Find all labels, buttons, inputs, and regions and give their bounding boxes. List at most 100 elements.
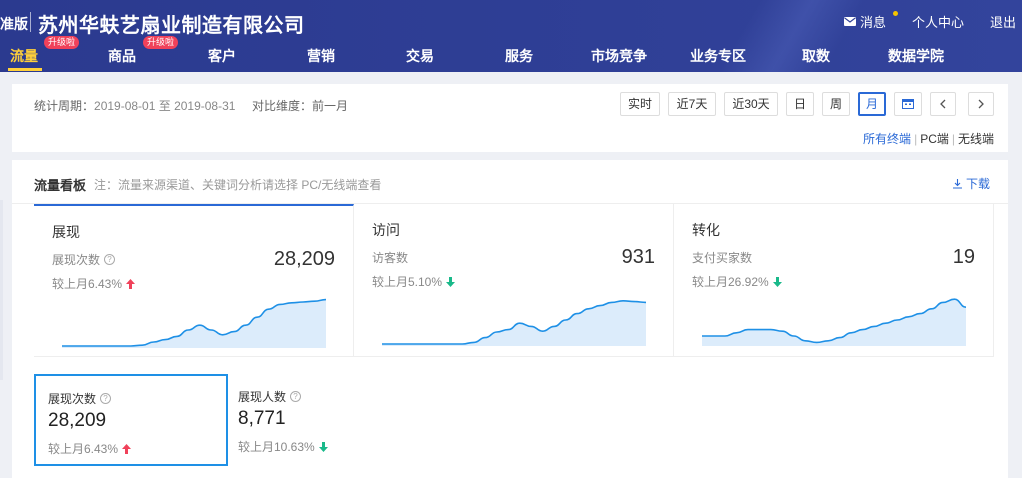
header-divider [30, 12, 31, 32]
download-label: 下载 [965, 177, 990, 191]
mail-icon [843, 17, 856, 26]
messages-label: 消息 [859, 15, 886, 30]
page-left-edge [0, 200, 3, 380]
stat-change-label: 较上月6.43% [48, 442, 119, 456]
range-day-button[interactable]: 日 [786, 92, 814, 116]
compare-value: 前一月 [312, 99, 349, 113]
card-change-label: 较上月5.10% [372, 275, 443, 289]
download-button[interactable]: 下载 [952, 175, 990, 192]
card-exposure[interactable]: 展现 展现次数? 28,209 较上月6.43% [34, 204, 354, 357]
trend-sparkline [382, 299, 646, 346]
card-metric: 展现次数? [52, 251, 116, 268]
card-metric: 访客数 [372, 249, 408, 266]
board-header: 流量看板 注：流量来源渠道、关键词分析请选择 PC/无线端查看 下载 [12, 160, 1008, 204]
card-title: 转化 [692, 222, 720, 238]
nav-business-zone[interactable]: 业务专区 [690, 46, 746, 66]
terminal-selector: 所有终端 | PC端 | 无线端 [863, 130, 994, 147]
next-period-button[interactable] [968, 92, 994, 116]
card-change-label: 较上月26.92% [692, 275, 769, 289]
terminal-all[interactable]: 所有终端 [863, 132, 911, 146]
range-realtime-button[interactable]: 实时 [620, 92, 660, 116]
terminal-mobile[interactable]: 无线端 [958, 132, 994, 146]
nav-customers[interactable]: 客户 [208, 46, 236, 66]
card-metric-label: 访客数 [372, 251, 409, 265]
range-30days-button[interactable]: 近30天 [724, 92, 778, 116]
stat-value: 28,209 [48, 410, 107, 431]
prev-period-button[interactable] [930, 92, 956, 116]
period-info: 统计周期：2019-08-01 至 2019-08-31 [34, 97, 235, 114]
card-value: 19 [952, 246, 975, 268]
stat-change: 较上月10.63% [238, 438, 328, 455]
card-visits[interactable]: 访问 访客数 931 较上月5.10% [354, 204, 674, 357]
card-title: 展现 [52, 224, 80, 240]
calendar-icon [902, 99, 914, 109]
terminal-sep: | [914, 132, 918, 146]
calendar-button[interactable] [894, 92, 922, 116]
help-icon[interactable]: ? [290, 391, 302, 402]
nav-transactions[interactable]: 交易 [406, 46, 434, 66]
traffic-board: 流量看板 注：流量来源渠道、关键词分析请选择 PC/无线端查看 下载 展现 展现… [12, 160, 1008, 478]
nav-service[interactable]: 服务 [505, 46, 533, 66]
upgrade-badge-traffic: 升级啦 [44, 36, 80, 49]
card-change: 较上月5.10% [372, 273, 456, 290]
arrow-up-icon [126, 278, 136, 289]
stat-exposure-users[interactable]: 展现人数? 8,771 较上月10.63% [226, 374, 420, 466]
header-links: 消息 个人中心 退出 [843, 11, 1022, 31]
arrow-down-icon [772, 276, 782, 287]
user-center-link[interactable]: 个人中心 [912, 12, 964, 31]
active-nav-indicator [8, 68, 42, 71]
messages-link[interactable]: 消息 [843, 11, 898, 31]
stat-label: 展现人数? [238, 388, 302, 405]
upgrade-badge-products: 升级啦 [143, 36, 179, 49]
card-value: 931 [621, 246, 655, 268]
stat-change: 较上月6.43% [48, 440, 132, 457]
stat-change-label: 较上月10.63% [238, 440, 315, 454]
help-icon[interactable]: ? [100, 393, 112, 404]
period-value: 2019-08-01 至 2019-08-31 [94, 99, 236, 113]
nav-traffic[interactable]: 流量 [10, 46, 38, 66]
stat-exposure-count[interactable]: 展现次数? 28,209 较上月6.43% [34, 374, 228, 466]
period-label: 统计周期： [34, 99, 95, 113]
trend-sparkline [702, 298, 966, 346]
card-change-label: 较上月6.43% [52, 277, 123, 291]
nav-marketing[interactable]: 营销 [307, 46, 335, 66]
sparkline-area [62, 299, 326, 348]
range-week-button[interactable]: 周 [822, 92, 850, 116]
chevron-left-icon [940, 99, 946, 109]
stat-label-text: 展现人数 [238, 390, 287, 404]
card-metric-label: 支付买家数 [692, 251, 753, 265]
nav-products[interactable]: 商品 [108, 46, 136, 66]
top-header: 准版 苏州华蚨艺扇业制造有限公司 消息 个人中心 退出 流量 商品 客户 营销 … [0, 0, 1022, 72]
stat-value: 8,771 [238, 408, 286, 429]
range-month-button[interactable]: 月 [858, 92, 886, 116]
range-7days-button[interactable]: 近7天 [668, 92, 716, 116]
trend-sparkline [62, 298, 326, 348]
stat-label: 展现次数? [48, 390, 112, 407]
edition-label: 准版 [0, 16, 28, 32]
nav-data-fetch[interactable]: 取数 [802, 46, 830, 66]
card-conversion[interactable]: 转化 支付买家数 19 较上月26.92% [674, 204, 994, 357]
terminal-pc[interactable]: PC端 [920, 132, 949, 146]
chevron-right-icon [978, 99, 984, 109]
card-metric-label: 展现次数 [52, 253, 101, 267]
notification-dot [892, 11, 898, 16]
board-note: 注：流量来源渠道、关键词分析请选择 PC/无线端查看 [94, 178, 382, 192]
card-title: 访问 [372, 222, 400, 238]
logout-link[interactable]: 退出 [990, 12, 1016, 31]
compare-info: 对比维度：前一月 [252, 97, 348, 114]
nav-data-academy[interactable]: 数据学院 [888, 46, 944, 66]
arrow-down-icon [318, 441, 328, 452]
card-change: 较上月6.43% [52, 275, 136, 292]
card-metric: 支付买家数 [692, 249, 752, 266]
sparkline-area [382, 300, 646, 346]
download-icon [952, 179, 962, 189]
card-change: 较上月26.92% [692, 273, 782, 290]
help-icon[interactable]: ? [104, 254, 116, 265]
terminal-sep: | [951, 132, 955, 146]
filter-panel: 统计周期：2019-08-01 至 2019-08-31 对比维度：前一月 实时… [12, 84, 1008, 152]
arrow-up-icon [122, 443, 132, 454]
nav-market-competition[interactable]: 市场竞争 [591, 46, 647, 66]
card-value: 28,209 [273, 248, 335, 270]
stat-label-text: 展现次数 [48, 392, 97, 406]
arrow-down-icon [446, 276, 456, 287]
